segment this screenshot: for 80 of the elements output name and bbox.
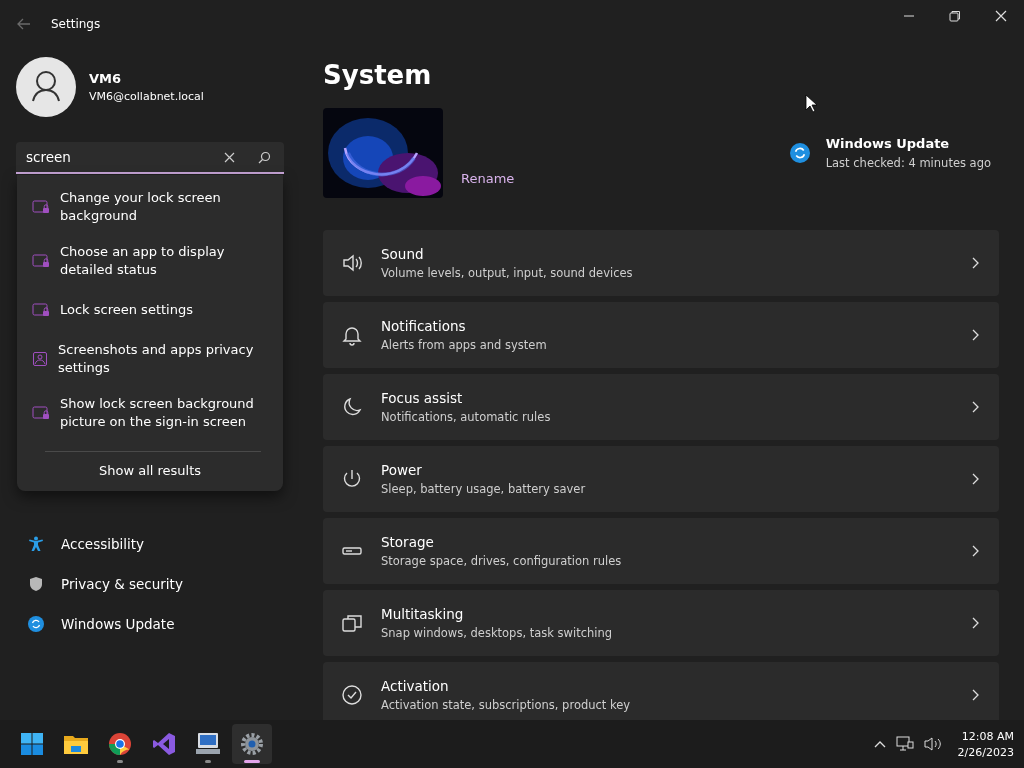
network-icon[interactable] xyxy=(895,736,914,752)
chevron-icon xyxy=(971,473,979,485)
sync-icon[interactable] xyxy=(789,143,810,163)
settings-card[interactable]: Notifications Alerts from apps and system xyxy=(323,302,999,368)
windows-logo-icon xyxy=(20,732,44,756)
accessibility-icon xyxy=(28,536,44,552)
chevron-icon xyxy=(971,545,979,557)
sidebar-item[interactable]: Accessibility xyxy=(16,527,288,561)
clock-date: 2/26/2023 xyxy=(957,745,1014,759)
account-email: VM6@collabnet.local xyxy=(89,90,204,103)
restore-icon[interactable] xyxy=(949,10,961,22)
search-result[interactable]: Change your lock screen background xyxy=(17,181,283,235)
settings-card[interactable]: Sound Volume levels, output, input, sound devices xyxy=(323,230,999,296)
settings-card[interactable]: Focus assist Notifications, automatic rules xyxy=(323,374,999,440)
window-title: Settings xyxy=(51,17,101,31)
cursor-icon xyxy=(805,94,817,113)
update-status: Last checked: 4 minutes ago xyxy=(825,156,991,170)
card-subtitle: Storage space, drives, configuration rules xyxy=(381,554,623,568)
settings-card[interactable]: Activation Activation state, subscriptions, product key xyxy=(323,662,999,720)
check-circle-icon xyxy=(341,684,363,706)
lock-screen-icon xyxy=(32,199,50,215)
back-icon[interactable] xyxy=(17,18,31,30)
card-title: Activation xyxy=(381,678,450,694)
update-title[interactable]: Windows Update xyxy=(825,136,991,151)
windows-icon xyxy=(341,612,363,634)
computer-icon xyxy=(195,732,221,756)
settings-card[interactable]: Power Sleep, battery usage, battery saver xyxy=(323,446,999,512)
clear-icon[interactable] xyxy=(224,152,235,163)
card-title: Notifications xyxy=(381,318,467,334)
card-title: Multitasking xyxy=(381,606,465,622)
search-result[interactable]: Screenshots and apps privacy settings xyxy=(17,333,283,387)
card-subtitle: Snap windows, desktops, task switching xyxy=(381,626,614,640)
avatar-icon xyxy=(16,57,76,117)
gear-icon xyxy=(240,732,264,756)
chevron-icon xyxy=(971,257,979,269)
chevron-icon xyxy=(971,689,979,701)
lock-screen-icon xyxy=(32,253,50,269)
close-icon[interactable] xyxy=(995,10,1007,22)
page-title: System xyxy=(323,60,433,90)
folder-icon xyxy=(63,733,89,755)
search-result[interactable]: Show lock screen background picture on the sign-in screen xyxy=(17,387,283,441)
bell-icon xyxy=(341,324,363,346)
card-title: Sound xyxy=(381,246,425,262)
settings-card[interactable]: Multitasking Snap windows, desktops, task switching xyxy=(323,590,999,656)
card-title: Power xyxy=(381,462,423,478)
card-subtitle: Sleep, battery usage, battery saver xyxy=(381,482,587,496)
shield-icon xyxy=(28,576,44,592)
lock-screen-icon xyxy=(32,302,50,318)
sync-icon xyxy=(28,616,44,632)
card-subtitle: Notifications, automatic rules xyxy=(381,410,552,424)
search-result[interactable]: Choose an app to display detailed status xyxy=(17,235,283,289)
moon-icon xyxy=(341,396,363,418)
chevron-up-icon[interactable] xyxy=(873,740,886,748)
search-result[interactable]: Lock screen settings xyxy=(17,289,283,333)
card-title: Focus assist xyxy=(381,390,464,406)
sidebar-item[interactable]: Windows Update xyxy=(16,607,288,641)
speaker-icon xyxy=(341,252,363,274)
card-subtitle: Alerts from apps and system xyxy=(381,338,548,352)
settings-card[interactable]: Storage Storage space, drives, configuration rules xyxy=(323,518,999,584)
speaker-icon[interactable] xyxy=(923,736,942,752)
infinity-logo-icon xyxy=(152,732,176,756)
clock-time: 12:08 AM xyxy=(961,729,1014,743)
rename-link[interactable]: Rename xyxy=(461,171,515,186)
image-icon xyxy=(32,351,48,367)
card-subtitle: Activation state, subscriptions, product key xyxy=(381,698,632,712)
search-icon[interactable] xyxy=(258,151,271,164)
browser-icon xyxy=(108,732,132,756)
card-subtitle: Volume levels, output, input, sound devices xyxy=(381,266,634,280)
sidebar-item[interactable]: Privacy & security xyxy=(16,567,288,601)
show-all-results-button[interactable]: Show all results xyxy=(17,452,283,491)
chevron-icon xyxy=(971,617,979,629)
card-title: Storage xyxy=(381,534,435,550)
clock[interactable]: 12:08 AM 2/26/2023 xyxy=(957,729,1014,759)
account-name: VM6 xyxy=(89,71,123,86)
chevron-icon xyxy=(971,329,979,341)
power-icon xyxy=(341,468,363,490)
taskbar-app[interactable] xyxy=(232,724,272,764)
search-field[interactable]: screen xyxy=(16,142,284,174)
chevron-icon xyxy=(971,401,979,413)
lock-screen-icon xyxy=(32,405,50,421)
